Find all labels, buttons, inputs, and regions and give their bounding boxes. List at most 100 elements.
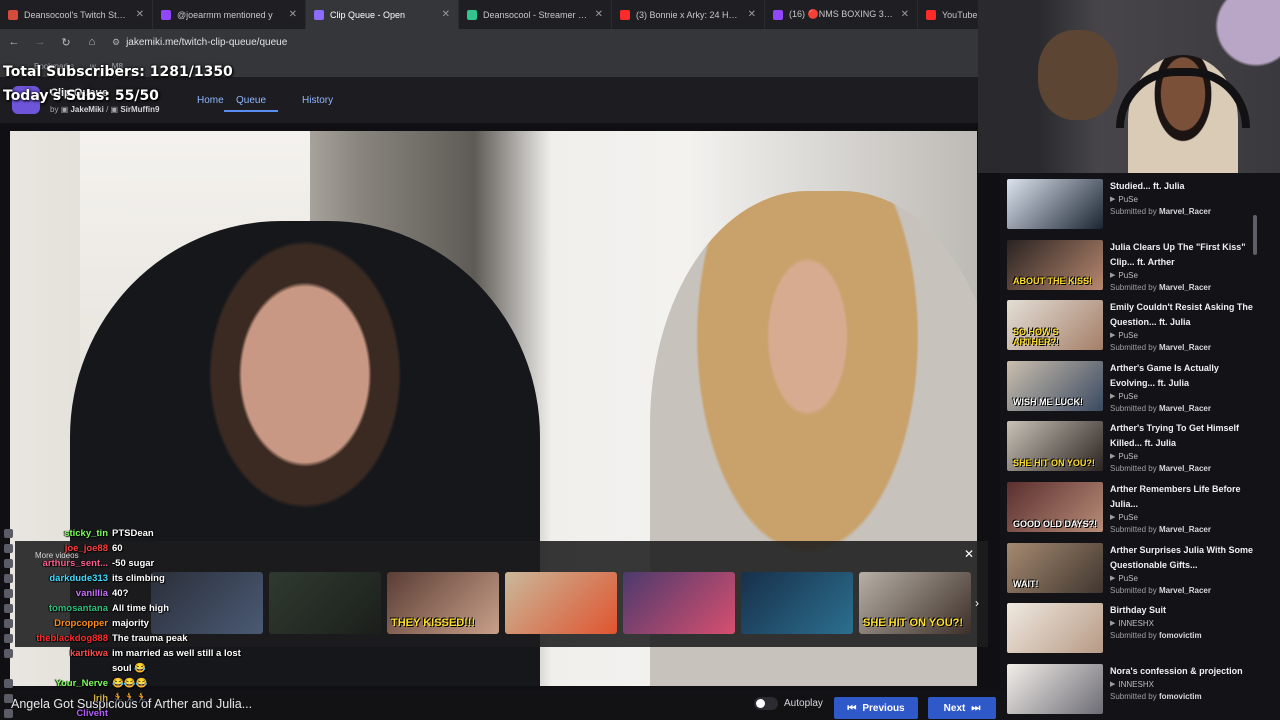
- queue-item-thumbnail: WISH ME LUCK!: [1007, 360, 1103, 411]
- chat-username: theblackdog888: [36, 633, 108, 644]
- related-video-thumbnail[interactable]: [505, 572, 617, 634]
- twitch-icon: ▣: [60, 105, 69, 114]
- tab-title: Deansocool - Streamer Over: [483, 9, 589, 20]
- close-tab-icon[interactable]: ✕: [748, 9, 756, 20]
- play-icon: ▶: [1110, 574, 1116, 582]
- author-sirmuffin[interactable]: SirMuffin9: [120, 105, 159, 114]
- nav-queue[interactable]: Queue: [224, 95, 279, 112]
- submitted-by-label: Submitted by: [1110, 464, 1157, 474]
- play-icon: ▶: [1110, 453, 1116, 461]
- related-video-thumbnail[interactable]: SHE HIT ON YOU?!: [859, 572, 971, 634]
- queue-item-info: Arther's Game Is Actually Evolving... ft…: [1110, 361, 1260, 419]
- submitted-by-label: Submitted by: [1110, 691, 1157, 701]
- home-icon[interactable]: ⌂: [86, 36, 98, 48]
- tab-title: @joearmm mentioned y: [177, 9, 273, 20]
- thumbnail-caption: ABOUT THE KISS!: [1013, 276, 1093, 287]
- queue-item[interactable]: WAIT! Arther Surprises Julia With Some Qu…: [1007, 542, 1267, 601]
- subscriber-badge-icon: [4, 589, 13, 598]
- close-tab-icon[interactable]: ✕: [442, 9, 450, 20]
- chat-badges: [4, 679, 26, 688]
- queue-item[interactable]: SO HOW'S ARTHER?! Emily Couldn't Resist A…: [1007, 300, 1267, 358]
- queue-item[interactable]: Nora's confession & projection ▶ INNESHX Su…: [1007, 663, 1267, 720]
- chat-badges: [4, 604, 26, 613]
- play-icon: ▶: [1110, 196, 1116, 203]
- related-video-thumbnail[interactable]: [623, 572, 735, 634]
- subscriber-badge-icon: [4, 649, 13, 658]
- forward-icon[interactable]: →: [34, 36, 46, 48]
- chat-text: 🏃🏃🏃: [112, 693, 148, 704]
- submitted-by-label: Submitted by: [1110, 403, 1157, 413]
- next-label: Next: [943, 702, 966, 714]
- chat-message: darkdude313 its climbing: [4, 571, 264, 586]
- thumbnail-caption: WAIT!: [1013, 579, 1039, 590]
- browser-tab[interactable]: (16) 🔴NMS BOXING 3🔴 - ✕: [765, 0, 918, 29]
- browser-tab[interactable]: (3) Bonnie x Arky: 24 Hours o ✕: [612, 0, 765, 29]
- autoplay-toggle[interactable]: [754, 697, 778, 710]
- nav-home[interactable]: Home: [197, 95, 224, 106]
- submitted-by-label: Submitted by: [1110, 585, 1157, 595]
- chat-text: All time high: [112, 603, 169, 614]
- queue-item-submitter: Submitted by fomovictim: [1110, 630, 1260, 642]
- tab-favicon-icon: [161, 9, 171, 20]
- browser-tab[interactable]: Deansocool's Twitch Statistic ✕: [0, 0, 153, 29]
- queue-item[interactable]: SHE HIT ON YOU?! Arther's Trying To Get H…: [1007, 421, 1267, 479]
- queue-item-channel: ▶ PuSe: [1110, 573, 1260, 585]
- related-video-thumbnail[interactable]: [741, 572, 853, 634]
- browser-tab[interactable]: Clip Queue - Open ✕: [306, 0, 459, 29]
- queue-item[interactable]: ABOUT THE KISS! Julia Clears Up The "Firs…: [1007, 239, 1267, 298]
- autoplay-control[interactable]: Autoplay: [754, 697, 823, 710]
- queue-item[interactable]: GOOD OLD DAYS?! Arther Remembers Life Bef…: [1007, 482, 1267, 540]
- play-icon: ▶: [1110, 680, 1116, 688]
- queue-item-thumbnail: [1007, 663, 1103, 714]
- today-subs-overlay: Today's Subs: 55/50: [3, 88, 159, 104]
- close-tab-icon[interactable]: ✕: [289, 9, 297, 20]
- skip-back-icon: ⏮: [847, 702, 857, 714]
- submitter-name: fomovictim: [1158, 691, 1202, 701]
- related-video-thumbnail[interactable]: [269, 572, 381, 634]
- queue-item-thumbnail: [1007, 603, 1103, 654]
- chat-text: 😂😂😂: [112, 678, 148, 689]
- close-tab-icon[interactable]: ✕: [901, 9, 909, 20]
- chevron-right-icon[interactable]: ›: [975, 596, 979, 610]
- chat-badges: [4, 574, 26, 583]
- nav-history[interactable]: History: [302, 95, 333, 106]
- subscriber-badge-icon: [4, 679, 13, 688]
- close-tab-icon[interactable]: ✕: [595, 9, 603, 20]
- site-info-icon[interactable]: ⚙: [112, 37, 120, 48]
- queue-item[interactable]: Studied... ft. Julia ▶ PuSe Submitted by Ma…: [1007, 179, 1267, 237]
- reload-icon[interactable]: ↻: [60, 36, 72, 49]
- channel-name: PuSe: [1118, 391, 1138, 401]
- total-subscribers-overlay: Total Subscribers: 1281/1350: [3, 64, 233, 80]
- previous-button[interactable]: ⏮ Previous: [834, 697, 918, 719]
- back-icon[interactable]: ←: [8, 36, 20, 48]
- thumbnail-caption: SHE HIT ON YOU?!: [863, 617, 964, 629]
- queue-item[interactable]: WISH ME LUCK! Arther's Game Is Actually E…: [1007, 360, 1267, 419]
- tab-favicon-icon: [926, 9, 936, 20]
- submitter-name: Marvel_Racer: [1158, 525, 1211, 534]
- chat-message: Irih 🏃🏃🏃: [4, 691, 264, 706]
- play-icon: ▶: [1110, 271, 1116, 279]
- close-tab-icon[interactable]: ✕: [136, 9, 144, 20]
- related-video-thumbnail[interactable]: THEY KISSED!!!: [387, 572, 499, 634]
- next-button[interactable]: Next ⏭: [928, 697, 996, 719]
- chat-message: arthurs_sent... -50 sugar: [4, 556, 264, 571]
- close-icon[interactable]: ✕: [964, 547, 974, 561]
- tab-favicon-icon: [314, 9, 324, 20]
- channel-name: PuSe: [1118, 195, 1138, 204]
- tab-title: Clip Queue - Open: [330, 9, 406, 20]
- queue-item[interactable]: Birthday Suit ▶ INNESHX Submitted by fomovi…: [1007, 603, 1267, 661]
- browser-tab[interactable]: @joearmm mentioned y ✕: [153, 0, 306, 29]
- thumbnail-caption: SHE HIT ON YOU?!: [1013, 457, 1095, 468]
- submitted-by-label: Submitted by: [1110, 343, 1157, 353]
- chat-message: joe_joe88 60: [4, 541, 264, 556]
- twitch-icon: ▣: [110, 105, 119, 114]
- queue-item-info: Arther Remembers Life Before Julia... ▶ Pu…: [1110, 482, 1260, 540]
- url-field[interactable]: ⚙ jakemiki.me/twitch-clip-queue/queue: [112, 37, 287, 48]
- author-jakemiki[interactable]: JakeMiki: [70, 105, 103, 114]
- queue-scrollbar[interactable]: [1253, 215, 1257, 255]
- queue-item-channel: ▶ PuSe: [1110, 512, 1260, 524]
- chat-text: The trauma peak: [112, 633, 188, 644]
- submitted-by-label: Submitted by: [1110, 207, 1157, 216]
- subscriber-badge-icon: [4, 694, 13, 703]
- browser-tab[interactable]: Deansocool - Streamer Over ✕: [459, 0, 612, 29]
